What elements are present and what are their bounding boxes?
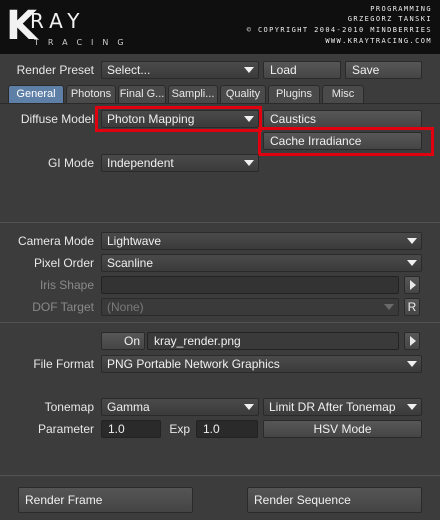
diffuse-model-highlight-box [95, 106, 262, 132]
play-arrow-icon [410, 280, 416, 290]
dof-target-dropdown[interactable]: (None) [101, 298, 399, 316]
tonemap-value: Gamma [107, 400, 150, 414]
iris-shape-field[interactable] [101, 276, 399, 294]
pixel-order-value: Scanline [107, 256, 154, 270]
dof-reset-button[interactable]: R [404, 298, 420, 316]
play-arrow-icon [410, 336, 416, 346]
camera-mode-dropdown[interactable]: Lightwave [101, 232, 422, 250]
output-on-toggle[interactable]: On [101, 332, 145, 350]
chevron-down-icon [407, 260, 417, 266]
tab-bar-divider [0, 103, 440, 104]
kray-logo-subtitle: TRACING [34, 38, 133, 47]
section-divider [0, 475, 440, 476]
camera-mode-value: Lightwave [107, 234, 162, 248]
tonemap-dropdown[interactable]: Gamma [101, 398, 259, 416]
render-preset-value: Select... [107, 63, 151, 77]
diffuse-model-label: Diffuse Model [20, 112, 94, 126]
hsv-mode-button[interactable]: HSV Mode [263, 420, 422, 438]
credit-line-3: © COPYRIGHT 2004-2010 MINDBERRIES [246, 26, 432, 34]
load-button[interactable]: Load [263, 61, 341, 79]
exp-label: Exp [169, 422, 190, 436]
render-preset-label: Render Preset [16, 63, 94, 77]
file-format-value: PNG Portable Network Graphics [107, 357, 280, 371]
chevron-down-icon [244, 160, 254, 166]
dof-target-value: (None) [107, 300, 144, 314]
output-filename-field[interactable]: kray_render.png [147, 332, 399, 350]
chevron-down-icon [407, 361, 417, 367]
parameter-label: Parameter [37, 422, 94, 436]
gi-mode-dropdown[interactable]: Independent [101, 154, 259, 172]
gi-mode-value: Independent [107, 156, 174, 170]
iris-shape-arrow-button[interactable] [404, 276, 420, 294]
tab-sampling[interactable]: Sampli... [168, 85, 218, 103]
camera-mode-label: Camera Mode [17, 234, 94, 248]
file-format-dropdown[interactable]: PNG Portable Network Graphics [101, 355, 422, 373]
gi-mode-label: GI Mode [47, 156, 94, 170]
credit-line-1: PROGRAMMING [370, 5, 432, 13]
file-format-label: File Format [33, 357, 94, 371]
chevron-down-icon [384, 304, 394, 310]
chevron-down-icon [244, 67, 254, 73]
pixel-order-dropdown[interactable]: Scanline [101, 254, 422, 272]
tonemap-label: Tonemap [44, 400, 94, 414]
caustics-button[interactable]: Caustics [263, 110, 422, 128]
kray-logo-word: RAY [30, 9, 86, 33]
tab-quality[interactable]: Quality [220, 85, 266, 103]
parameter-field[interactable]: 1.0 [101, 420, 161, 438]
exp-field[interactable]: 1.0 [196, 420, 258, 438]
output-filename-arrow-button[interactable] [404, 332, 420, 350]
save-button[interactable]: Save [345, 61, 422, 79]
chevron-down-icon [407, 238, 417, 244]
limit-dr-value: Limit DR After Tonemap [269, 400, 396, 414]
tab-general[interactable]: General [8, 85, 64, 103]
tab-misc[interactable]: Misc [322, 85, 364, 103]
pixel-order-label: Pixel Order [33, 256, 94, 270]
chevron-down-icon [407, 404, 417, 410]
tab-plugins[interactable]: Plugins [268, 85, 320, 103]
section-divider [0, 222, 440, 223]
render-sequence-button[interactable]: Render Sequence [247, 487, 422, 513]
render-preset-dropdown[interactable]: Select... [101, 61, 259, 79]
iris-shape-label: Iris Shape [39, 278, 94, 292]
credit-line-4: WWW.KRAYTRACING.COM [325, 37, 432, 45]
cache-irradiance-highlight-box [258, 127, 434, 156]
limit-dr-dropdown[interactable]: Limit DR After Tonemap [263, 398, 422, 416]
section-divider [0, 322, 440, 323]
render-frame-button[interactable]: Render Frame [18, 487, 193, 513]
dof-target-label: DOF Target [32, 300, 94, 314]
tab-photons[interactable]: Photons [66, 85, 116, 103]
tab-final-gather[interactable]: Final G... [118, 85, 166, 103]
chevron-down-icon [244, 404, 254, 410]
credit-line-2: GRZEGORZ TANSKI [347, 15, 432, 23]
